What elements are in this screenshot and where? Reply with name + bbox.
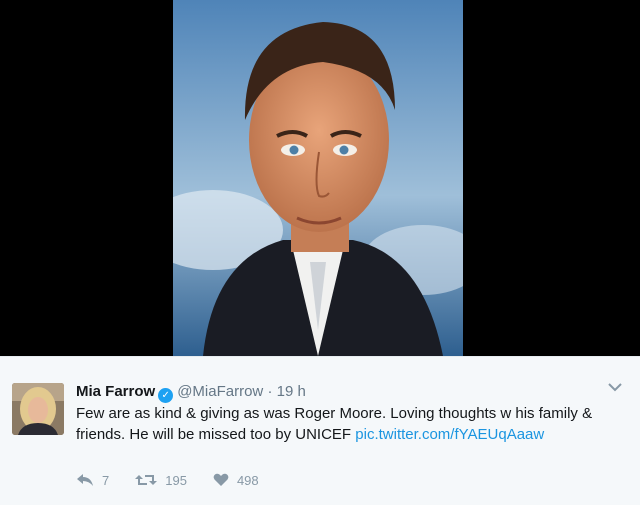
retweet-count: 195 [165,472,187,488]
display-name[interactable]: Mia Farrow [76,383,155,400]
separator: · [267,383,273,400]
tweet-link[interactable]: pic.twitter.com/fYAEUqAaaw [355,426,544,443]
tweet-actions: 7 195 498 [76,470,285,490]
tweet-text: Few are as kind & giving as was Roger Mo… [76,403,626,445]
reply-button[interactable]: 7 [76,473,109,488]
tweet-card[interactable]: Mia Farrow ✓ @MiaFarrow · 19 h Few are as … [0,356,640,505]
like-button[interactable]: 498 [213,473,259,488]
avatar[interactable] [12,383,64,435]
tweet-photo[interactable] [173,0,463,356]
reply-count: 7 [102,472,110,488]
like-count: 498 [236,472,259,488]
heart-icon [213,473,229,487]
chevron-down-icon[interactable] [608,379,622,395]
timestamp[interactable]: 19 h [277,383,306,400]
handle[interactable]: @MiaFarrow [177,383,263,400]
tweet-header: Mia Farrow ✓ @MiaFarrow · 19 h [76,383,306,403]
retweet-button[interactable]: 195 [135,473,187,488]
verified-badge-icon: ✓ [158,388,174,403]
reply-icon [76,473,94,487]
retweet-icon [135,473,158,487]
tweet-media[interactable] [0,0,640,356]
